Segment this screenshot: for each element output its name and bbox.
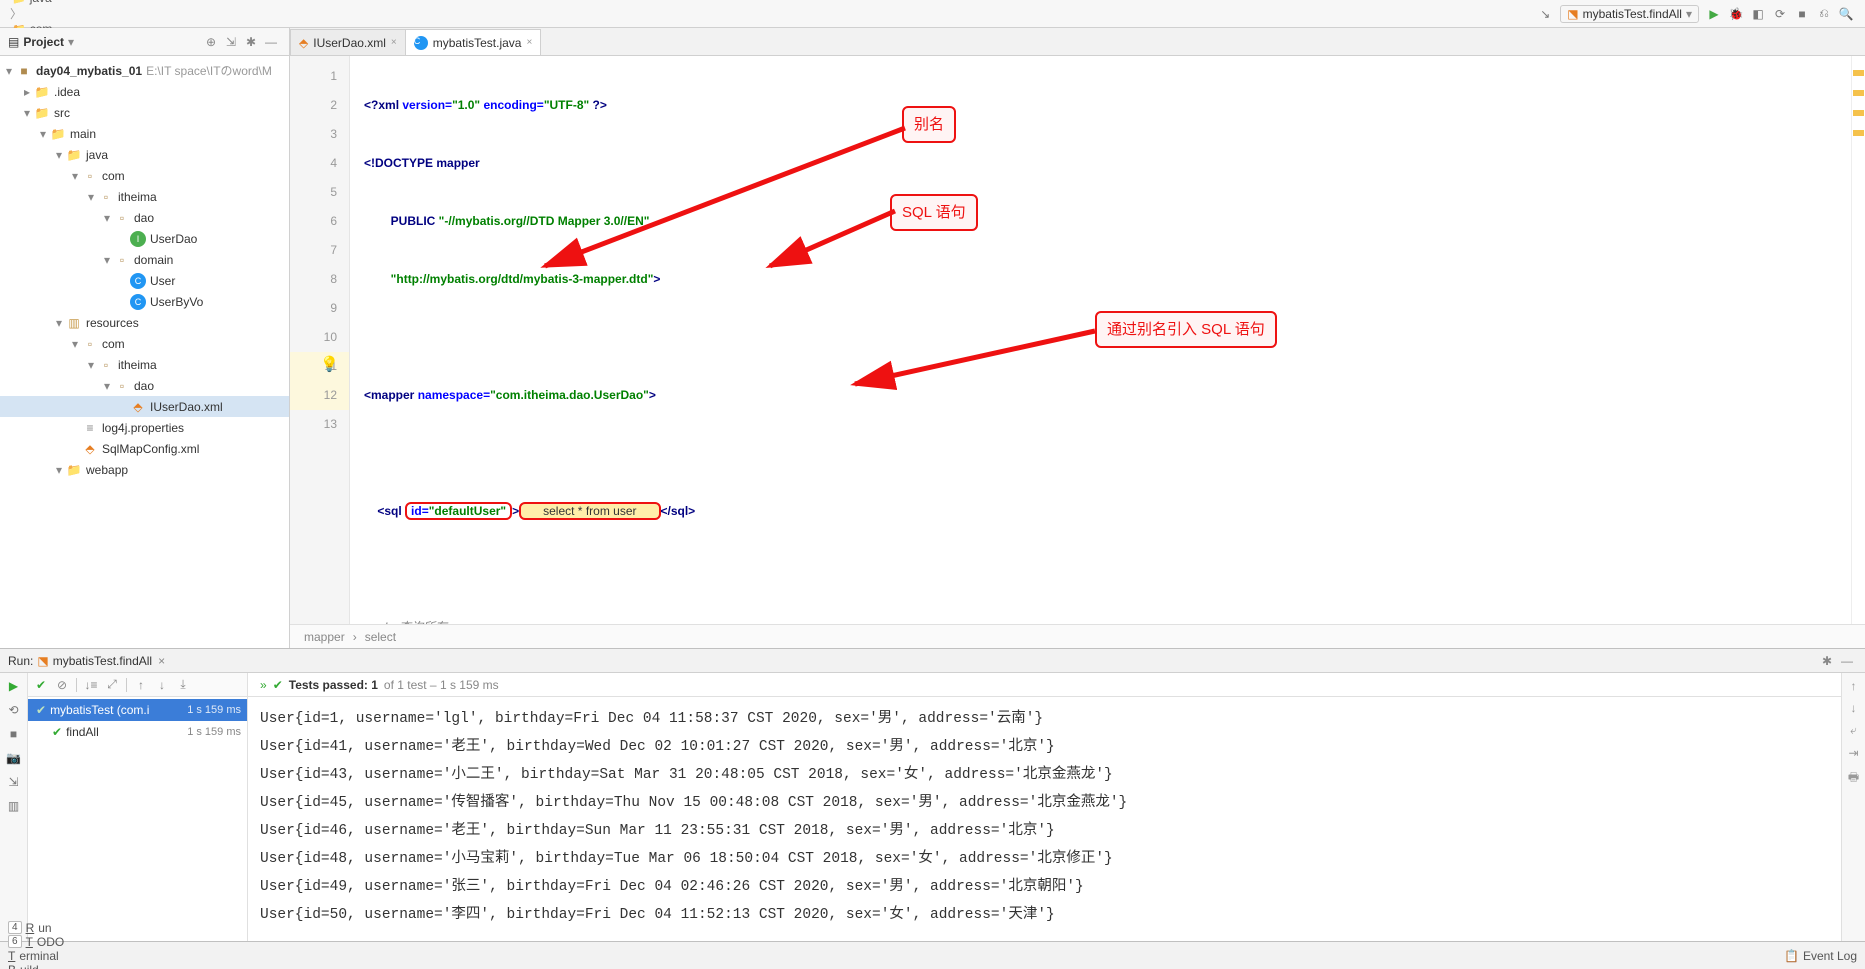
dump-icon[interactable]: 📷 <box>5 749 23 767</box>
close-tab-icon[interactable]: × <box>158 654 165 668</box>
tree-node[interactable]: ▾▫itheima <box>0 186 289 207</box>
run-config-name: mybatisTest.findAll <box>53 654 152 668</box>
project-tool-window: ▤ Project ▾ ⊕ ⇲ ✱ — ▾■day04_mybatis_01 E… <box>0 28 290 648</box>
console-right-toolbar: ↑ ↓ ⤶ ⇥ 🖶 <box>1841 673 1865 941</box>
tree-node[interactable]: ▾▫com <box>0 333 289 354</box>
close-icon[interactable]: × <box>526 37 532 48</box>
git-icon[interactable]: ⎌ <box>1814 4 1834 24</box>
tree-node[interactable]: ▸📁.idea <box>0 81 289 102</box>
statusbar-item[interactable]: Build <box>8 963 95 969</box>
tree-node[interactable]: ≡log4j.properties <box>0 417 289 438</box>
test-node[interactable]: ✔mybatisTest (com.i1 s 159 ms <box>28 699 247 721</box>
editor-tab[interactable]: ⬘IUserDao.xml× <box>290 29 406 55</box>
tree-node[interactable]: ▾▫com <box>0 165 289 186</box>
statusbar-item[interactable]: 4 Run <box>8 921 95 935</box>
run-label: Run: <box>8 654 33 668</box>
tree-node[interactable]: ⬘SqlMapConfig.xml <box>0 438 289 459</box>
collapse-all-icon[interactable]: ⇲ <box>222 35 240 49</box>
editor-tabs: ⬘IUserDao.xml×CmybatisTest.java× <box>290 28 1865 56</box>
tree-node[interactable]: CUser <box>0 270 289 291</box>
tree-node[interactable]: ▾📁webapp <box>0 459 289 480</box>
prev-icon[interactable]: ↑ <box>132 676 150 694</box>
coverage-icon[interactable]: ◧ <box>1748 4 1768 24</box>
event-log-button[interactable]: 📋 Event Log <box>1784 949 1857 963</box>
run-left-toolbar: ▶ ⟲ ■ 📷 ⇲ ▥ <box>0 673 28 941</box>
scroll-end-icon[interactable]: ⇥ <box>1848 746 1858 760</box>
export-icon[interactable]: ⤓ <box>174 676 192 694</box>
layout-icon[interactable]: ▥ <box>5 797 23 815</box>
tree-node[interactable]: ▾▫itheima <box>0 354 289 375</box>
callout-sql: SQL 语句 <box>890 194 978 231</box>
tree-node[interactable]: ▾📁main <box>0 123 289 144</box>
soft-wrap-icon[interactable]: ⤶ <box>1850 723 1857 738</box>
statusbar-item[interactable]: Terminal <box>8 949 95 963</box>
stop-icon[interactable]: ■ <box>1792 4 1812 24</box>
editor-area: ⬘IUserDao.xml×CmybatisTest.java× 1234567… <box>290 28 1865 648</box>
run-icon[interactable]: ▶ <box>1704 4 1724 24</box>
test-toolbar: ✔ ⊘ ↓≡ ⤢ ↑ ↓ ⤓ <box>28 673 247 697</box>
tests-total: of 1 test – 1 s 159 ms <box>384 678 499 692</box>
build-icon[interactable]: ↘ <box>1535 4 1555 24</box>
stop-run-icon[interactable]: ■ <box>5 725 23 743</box>
tree-node[interactable]: ▾▫dao <box>0 207 289 228</box>
tests-passed-count: Tests passed: 1 <box>289 678 378 692</box>
tree-node[interactable]: ⬘IUserDao.xml <box>0 396 289 417</box>
editor-marker-bar[interactable] <box>1851 56 1865 624</box>
sort-icon[interactable]: ↓≡ <box>82 676 100 694</box>
show-ignored-icon[interactable]: ⊘ <box>53 676 71 694</box>
search-icon[interactable]: 🔍 <box>1836 4 1856 24</box>
tree-node[interactable]: ▾▥resources <box>0 312 289 333</box>
tree-node[interactable]: IUserDao <box>0 228 289 249</box>
navigation-bar: 📁day04_mybatis_01〉📁src〉📁test〉📁java〉📁com〉… <box>0 0 1865 28</box>
sql-fragment: select * from user <box>519 502 660 520</box>
close-icon[interactable]: × <box>391 37 397 48</box>
debug-icon[interactable]: 🐞 <box>1726 4 1746 24</box>
project-icon: ▤ <box>8 35 19 49</box>
tree-node[interactable]: CUserByVo <box>0 291 289 312</box>
down-icon[interactable]: ↓ <box>1851 701 1857 715</box>
settings-icon[interactable]: ✱ <box>242 35 260 49</box>
gear-icon[interactable]: ✱ <box>1818 654 1836 668</box>
tree-node[interactable]: ▾▫domain <box>0 249 289 270</box>
project-title: Project <box>23 35 64 49</box>
project-tree[interactable]: ▾■day04_mybatis_01 E:\IT space\ITのword\M… <box>0 56 289 648</box>
console-output[interactable]: User{id=1, username='lgl', birthday=Fri … <box>248 697 1841 941</box>
intention-bulb-icon[interactable]: 💡 <box>320 350 339 379</box>
pin-icon[interactable]: ⇲ <box>5 773 23 791</box>
callout-alias: 别名 <box>902 106 956 143</box>
scroll-from-source-icon[interactable]: ⊕ <box>202 35 220 49</box>
up-icon[interactable]: ↑ <box>1851 679 1857 693</box>
print-icon[interactable]: 🖶 <box>1848 768 1859 789</box>
tree-node[interactable]: ▾📁src <box>0 102 289 123</box>
statusbar-item[interactable]: 6 TODO <box>8 935 95 949</box>
test-tree[interactable]: ✔mybatisTest (com.i1 s 159 ms✔findAll1 s… <box>28 697 247 941</box>
breadcrumb-item[interactable]: 📁java <box>8 0 140 5</box>
status-bar: 4 Run6 TODOTerminalBuildJava Enterprise … <box>0 941 1865 969</box>
editor-breadcrumb[interactable]: mapper›select <box>290 624 1865 648</box>
hide-run-icon[interactable]: — <box>1838 654 1856 668</box>
rerun-icon[interactable]: ▶ <box>5 677 23 695</box>
tree-node[interactable]: ▾▫dao <box>0 375 289 396</box>
next-icon[interactable]: ↓ <box>153 676 171 694</box>
run-config-selector[interactable]: ⬔ mybatisTest.findAll ▾ <box>1560 5 1699 23</box>
check-icon: ✔ <box>273 678 283 692</box>
run-tool-window: Run: ⬔ mybatisTest.findAll × ✱ — ▶ ⟲ ■ 📷… <box>0 648 1865 941</box>
editor-tab[interactable]: CmybatisTest.java× <box>405 29 542 55</box>
toggle-auto-icon[interactable]: ⟲ <box>5 701 23 719</box>
tree-node[interactable]: ▾📁java <box>0 144 289 165</box>
project-header: ▤ Project ▾ ⊕ ⇲ ✱ — <box>0 28 289 56</box>
editor-gutter: 12345678910111213 <box>290 56 350 624</box>
show-passed-icon[interactable]: ✔ <box>32 676 50 694</box>
hide-icon[interactable]: — <box>262 35 280 49</box>
profile-icon[interactable]: ⟳ <box>1770 4 1790 24</box>
editor-code[interactable]: <?xml version="1.0" encoding="UTF-8" ?> … <box>350 56 1851 624</box>
tree-root[interactable]: ▾■day04_mybatis_01 E:\IT space\ITのword\M <box>0 60 289 81</box>
run-config-label: mybatisTest.findAll <box>1583 7 1682 21</box>
test-node[interactable]: ✔findAll1 s 159 ms <box>28 721 247 743</box>
callout-include: 通过别名引入 SQL 语句 <box>1095 311 1277 348</box>
expand-icon[interactable]: ⤢ <box>103 676 121 694</box>
